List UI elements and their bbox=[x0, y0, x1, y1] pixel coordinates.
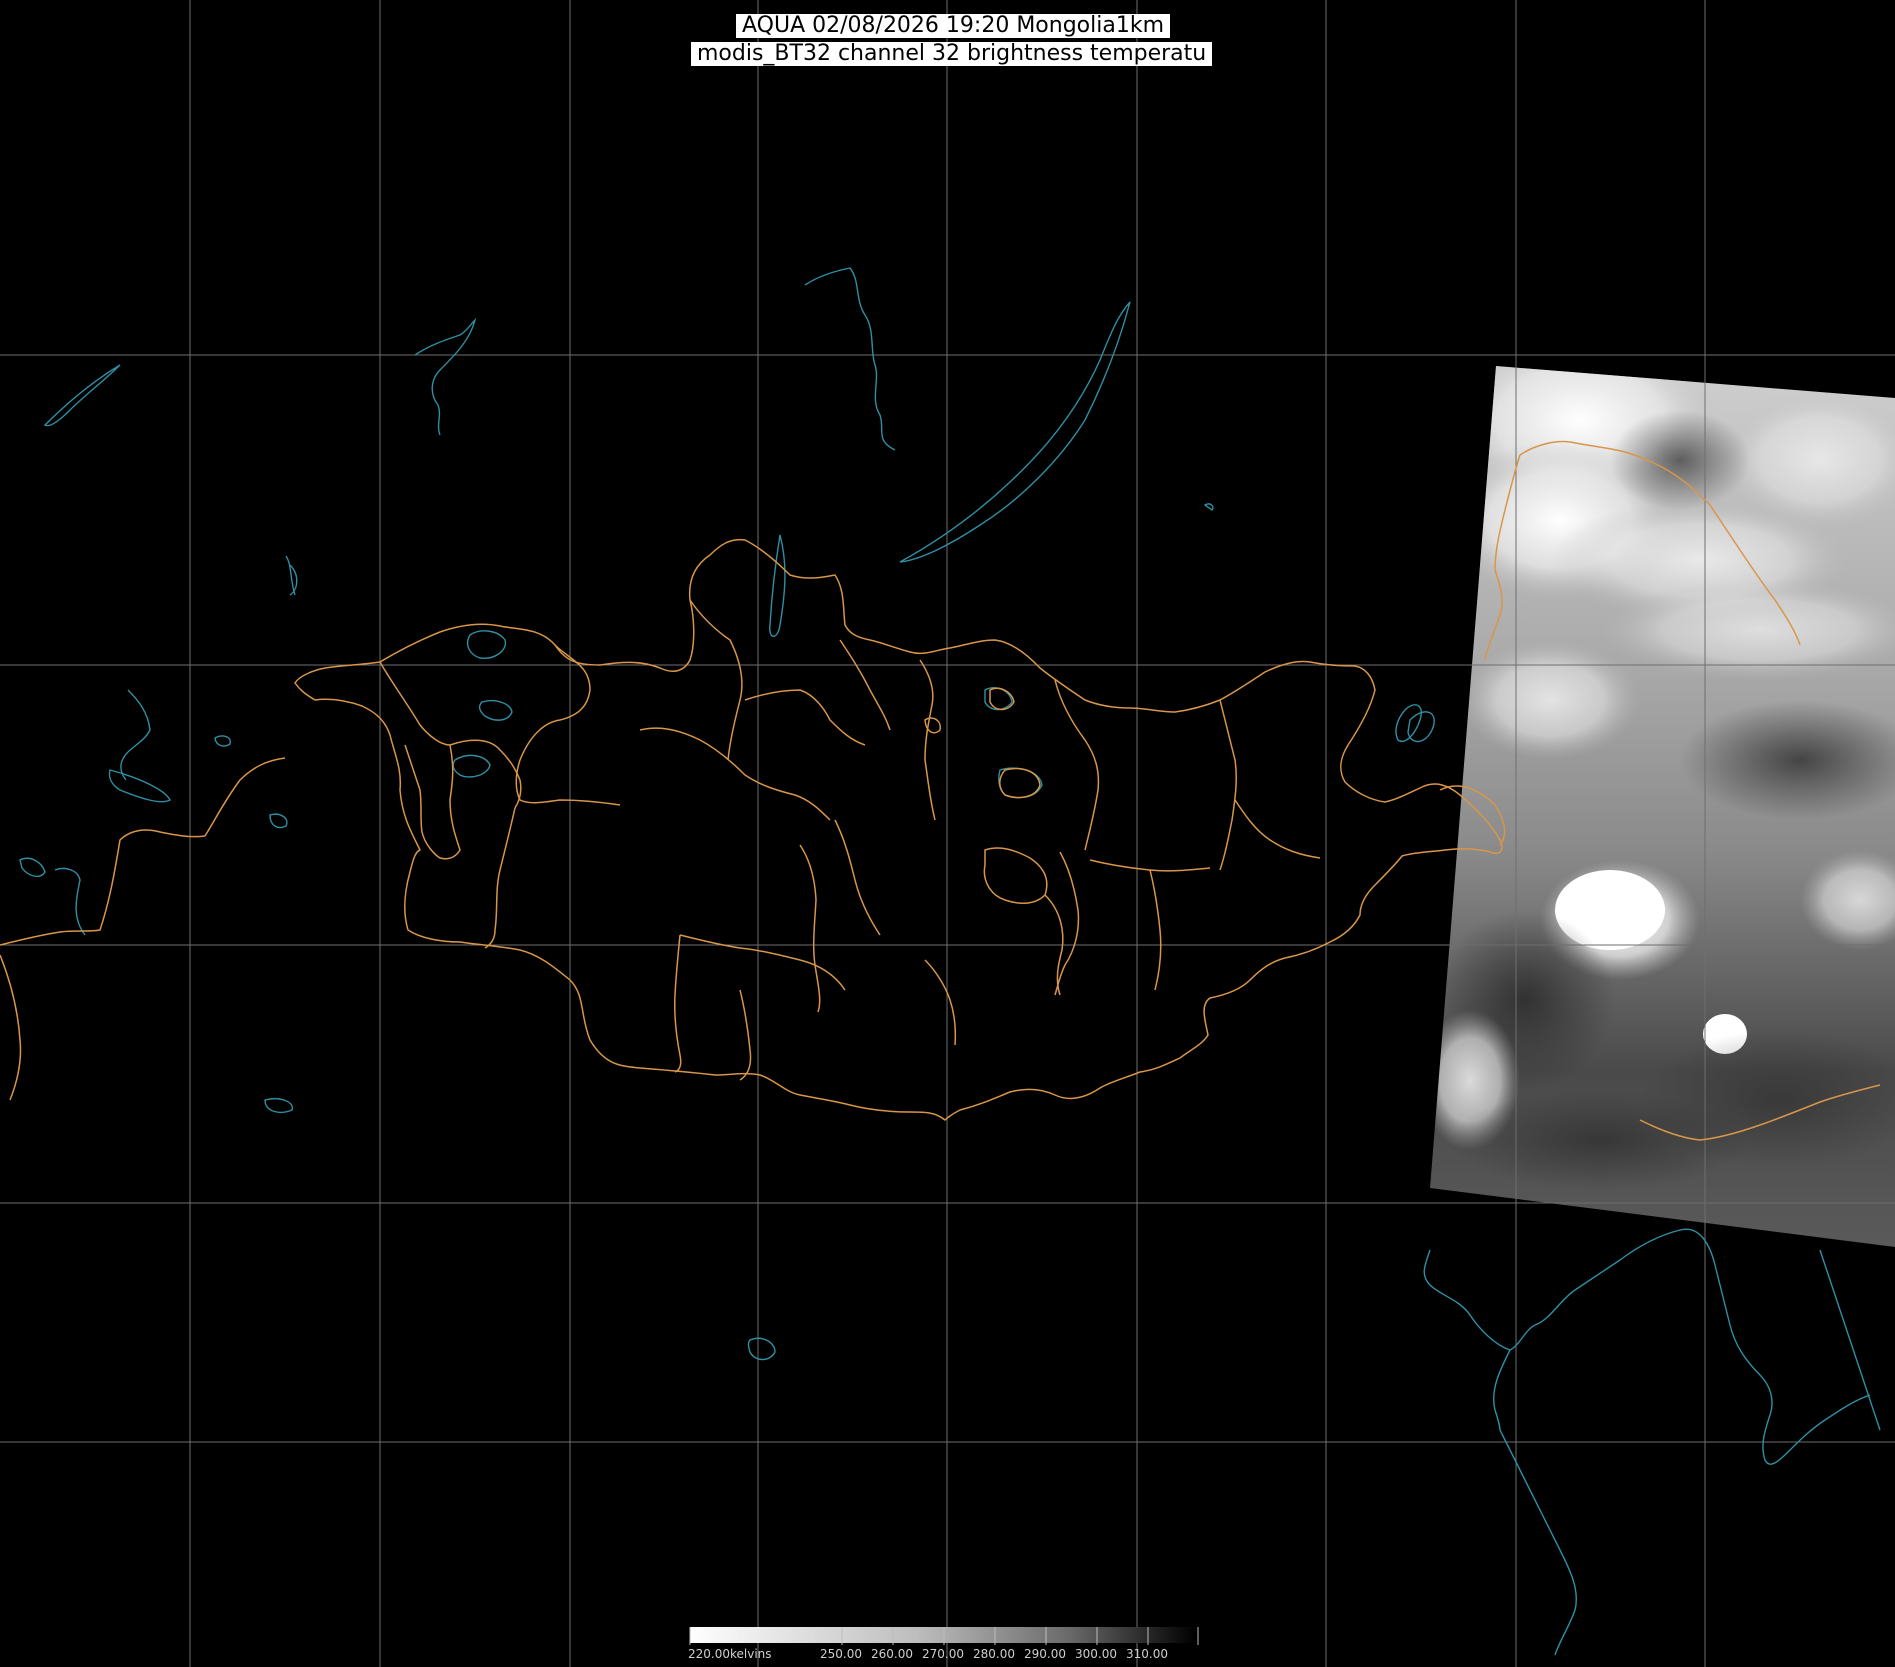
west-russia-border-2 bbox=[0, 954, 22, 1101]
coast-bohai bbox=[1493, 1349, 1511, 1431]
aimag-south-divider bbox=[739, 989, 752, 1081]
aimag-umnugovi bbox=[679, 934, 846, 991]
river-west-9 bbox=[285, 555, 296, 596]
temperature-legend: 220.00kelvins 250.00 260.00 270.00 280.0… bbox=[688, 1627, 1199, 1661]
legend-label-280: 280.00 bbox=[973, 1647, 1015, 1661]
legend-label-270: 270.00 bbox=[922, 1647, 964, 1661]
legend-label-290: 290.00 bbox=[1024, 1647, 1066, 1661]
lake-khyargas bbox=[452, 754, 491, 778]
aimag-zavkhan bbox=[515, 644, 621, 806]
river-west-1 bbox=[43, 364, 121, 427]
legend-label-250: 250.00 bbox=[820, 1647, 862, 1661]
aimag-arkhangai bbox=[639, 727, 831, 821]
lake-west-3 bbox=[269, 813, 288, 829]
aimag-dornod-inner bbox=[1234, 799, 1321, 859]
lake-west-5 bbox=[108, 769, 171, 803]
aimag-dundgovi bbox=[834, 819, 881, 936]
legend-label-310: 310.00 bbox=[1126, 1647, 1168, 1661]
aimag-selenge bbox=[839, 639, 891, 731]
lake-uvs bbox=[466, 630, 507, 659]
satellite-swath bbox=[1430, 366, 1895, 1247]
river-west-6 bbox=[120, 689, 151, 781]
aimag-khentii bbox=[1054, 679, 1100, 851]
aimag-sukhbaatar bbox=[1219, 699, 1237, 871]
lake-achit bbox=[478, 699, 513, 721]
river-west-2 bbox=[414, 317, 477, 436]
aimag-khovd bbox=[404, 744, 461, 860]
legend-label-min: 220.00kelvins bbox=[688, 1647, 772, 1661]
aimag-bayankhongor bbox=[674, 934, 682, 1073]
image-title-line-1: AQUA 02/08/2026 19:20 Mongolia1km bbox=[736, 14, 1170, 38]
west-russia-border bbox=[0, 829, 206, 946]
lake-baikal bbox=[899, 301, 1131, 563]
image-title-line-2: modis_BT32 channel 32 brightness tempera… bbox=[691, 42, 1213, 66]
mongolia-outline bbox=[294, 538, 1503, 1121]
aimag-ovorkhangai bbox=[799, 844, 821, 1013]
lake-south bbox=[1203, 503, 1214, 511]
aimag-central-block bbox=[983, 847, 1048, 905]
angara-river bbox=[804, 267, 896, 451]
aimag-tuv bbox=[919, 659, 936, 821]
satellite-image-view: 220.00kelvins 250.00 260.00 270.00 280.0… bbox=[0, 0, 1895, 1667]
legend-color-bar bbox=[690, 1627, 1195, 1643]
lake-khovsgol bbox=[769, 534, 786, 637]
aimag-bulgan bbox=[744, 689, 866, 746]
aimag-dornogovi bbox=[1054, 851, 1080, 996]
lake-central-1 bbox=[984, 686, 1013, 711]
aimag-khuvsgul bbox=[689, 599, 743, 761]
legend-label-300: 300.00 bbox=[1075, 1647, 1117, 1661]
aimag-uvs-west bbox=[449, 739, 522, 809]
coast-china-east bbox=[1499, 1429, 1577, 1656]
coast-korea-east bbox=[1819, 1249, 1881, 1431]
aimag-east-1 bbox=[1089, 859, 1211, 872]
aimag-east-2 bbox=[1149, 869, 1162, 991]
darkhan bbox=[989, 687, 1015, 711]
lake-hovd-1 bbox=[264, 1098, 294, 1113]
aimag-gobi-altai bbox=[484, 807, 516, 949]
lake-hovd-2 bbox=[747, 1337, 776, 1361]
aimag-govisumber bbox=[924, 959, 957, 1046]
coast-korea bbox=[1423, 1228, 1871, 1465]
aimag-bayan-ulgii bbox=[379, 661, 451, 746]
lake-west-7 bbox=[19, 857, 46, 878]
lake-west-8 bbox=[54, 867, 86, 936]
map-canvas: 220.00kelvins 250.00 260.00 270.00 280.0… bbox=[0, 0, 1895, 1667]
legend-label-260: 260.00 bbox=[871, 1647, 913, 1661]
lake-west-4 bbox=[214, 735, 231, 747]
